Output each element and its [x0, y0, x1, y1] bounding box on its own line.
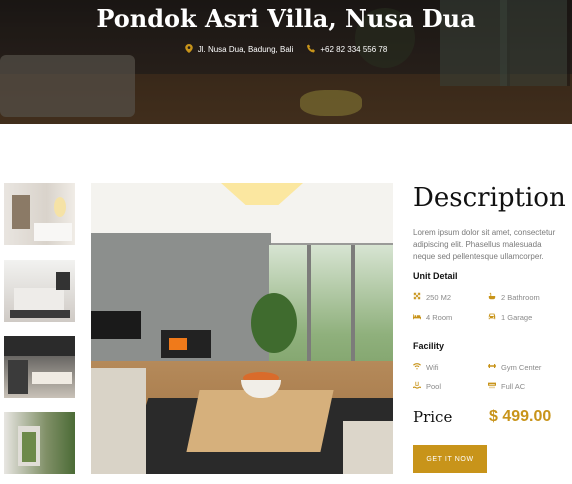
entrance-thumbnail[interactable]: [4, 412, 75, 474]
location-pin-icon: [184, 44, 193, 55]
phone-icon: [307, 44, 316, 55]
pool-icon: [413, 381, 421, 391]
address: Jl. Nusa Dua, Badung, Bali: [184, 44, 294, 55]
car-icon: [488, 312, 496, 322]
facility-gym: Gym Center: [488, 362, 541, 372]
bedroom-thumbnail[interactable]: [4, 183, 75, 245]
bedroom-2-thumbnail[interactable]: [4, 260, 75, 322]
phone[interactable]: +62 82 334 556 78: [307, 44, 387, 55]
facility-pool: Pool: [413, 381, 441, 391]
ac-icon: [488, 381, 496, 391]
unit-area: 250 M2: [413, 292, 451, 302]
price-label: Price: [413, 408, 453, 426]
unit-rooms: 4 Room: [413, 312, 452, 322]
facility-ac: Full AC: [488, 381, 525, 391]
kitchen-thumbnail[interactable]: [4, 336, 75, 398]
description-heading: Description: [413, 183, 566, 213]
unit-bathroom: 2 Bathroom: [488, 292, 540, 302]
price-value: $ 499.00: [489, 408, 552, 425]
address-text: Jl. Nusa Dua, Badung, Bali: [197, 45, 294, 54]
description-text: Lorem ipsum dolor sit amet, consectetur …: [413, 228, 556, 261]
hero-banner: Pondok Asri Villa, Nusa Dua Jl. Nusa Dua…: [0, 0, 572, 124]
living-room-image: [91, 183, 393, 474]
property-title: Pondok Asri Villa, Nusa Dua: [96, 4, 476, 33]
wifi-icon: [413, 362, 421, 372]
property-contact-info: Jl. Nusa Dua, Badung, Bali +62 82 334 55…: [0, 44, 572, 55]
phone-text: +62 82 334 556 78: [320, 45, 388, 54]
facility-heading: Facility: [413, 341, 445, 351]
area-icon: [413, 292, 421, 302]
dumbbell-icon: [488, 362, 496, 372]
unit-detail-heading: Unit Detail: [413, 271, 458, 281]
bed-icon: [413, 312, 421, 322]
facility-wifi: Wifi: [413, 362, 439, 372]
bathtub-icon: [488, 292, 496, 302]
get-it-now-button[interactable]: GET IT NOW: [413, 445, 487, 473]
unit-garage: 1 Garage: [488, 312, 532, 322]
